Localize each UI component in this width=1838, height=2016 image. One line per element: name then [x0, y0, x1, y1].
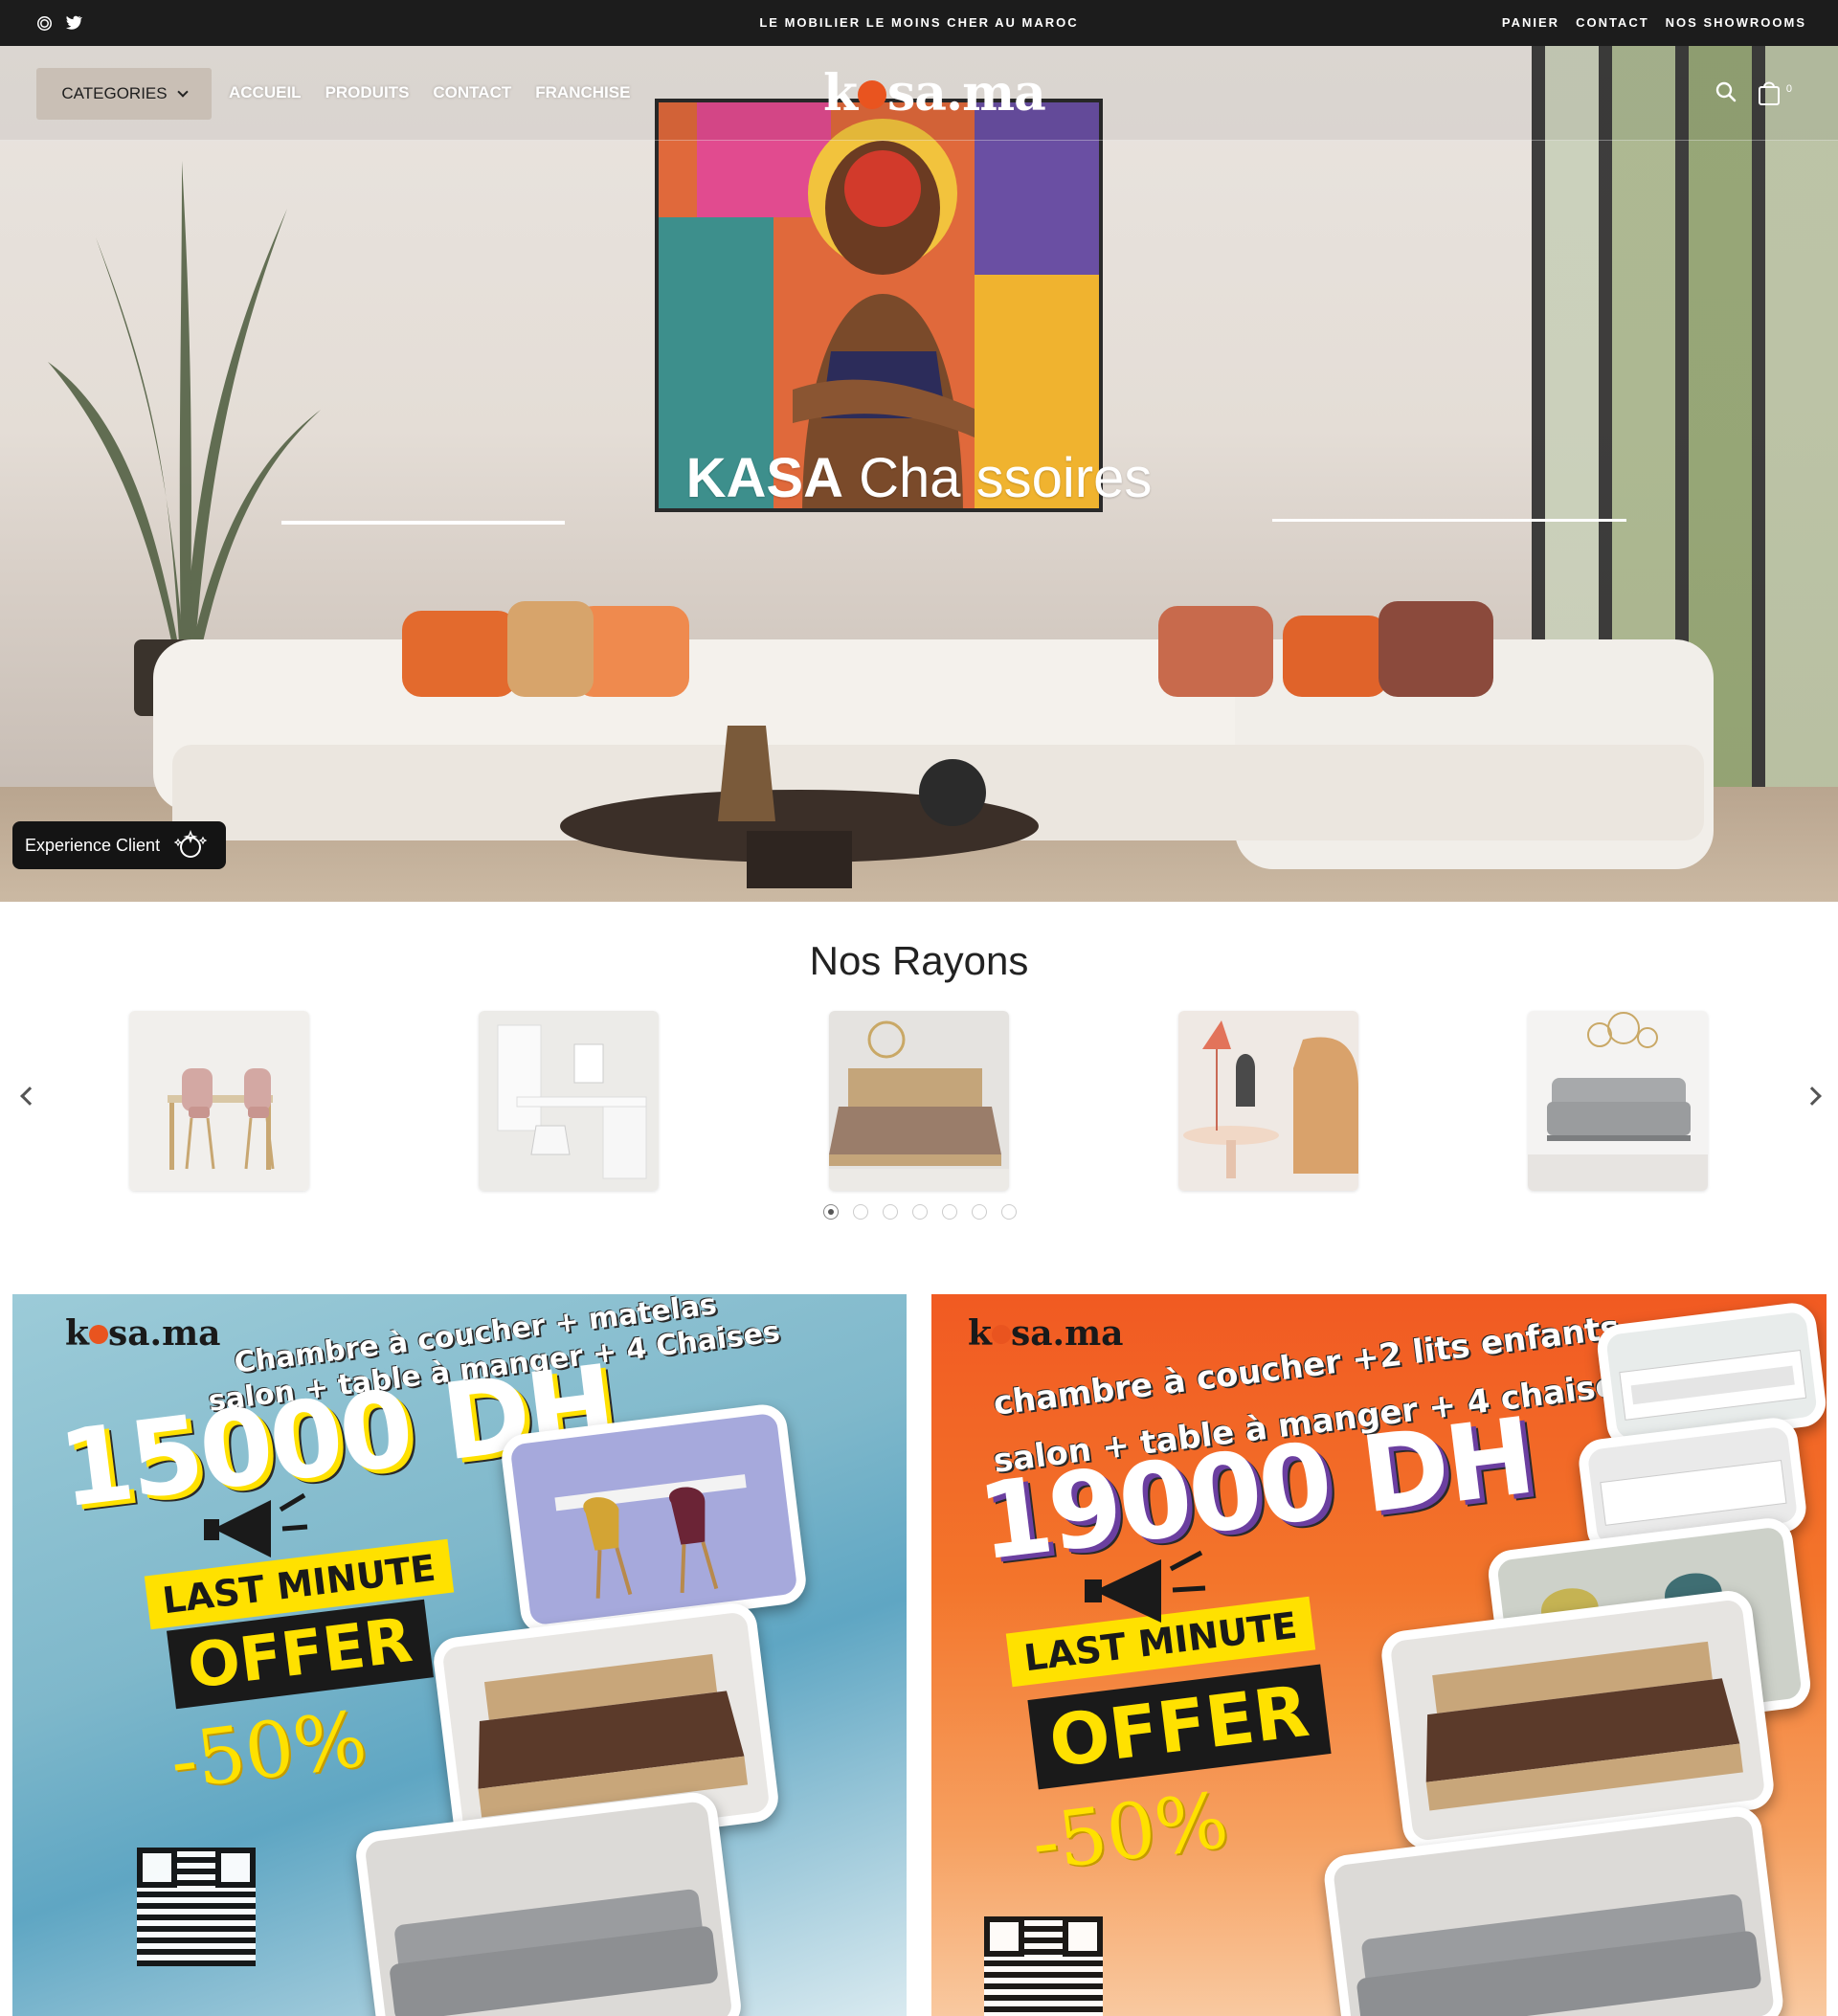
- hero-divider-right: [1272, 519, 1626, 522]
- promo-banner-19000[interactable]: k sa.ma chambre à coucher +2 lits enfants…: [931, 1294, 1827, 2016]
- promo-photo-sofa: [353, 1789, 744, 2016]
- cart-count: 0: [1785, 83, 1792, 95]
- experience-client-label: Experience Client: [25, 835, 161, 855]
- carousel-dot[interactable]: [1001, 1204, 1017, 1220]
- promo-photo-dining: [499, 1401, 809, 1637]
- promo-photo-sofa: [1321, 1803, 1786, 2016]
- top-link-showrooms[interactable]: NOS SHOWROOMS: [1666, 15, 1806, 30]
- carousel-prev-icon[interactable]: [20, 1086, 39, 1106]
- promo-logo: k sa.ma: [968, 1313, 1124, 1354]
- cart-button[interactable]: 0: [1758, 79, 1792, 108]
- categories-dropdown[interactable]: CATEGORIES: [36, 68, 212, 120]
- shopping-bag-icon: [1759, 81, 1780, 105]
- carousel-dot[interactable]: [912, 1204, 928, 1220]
- nav-contact[interactable]: CONTACT: [433, 83, 511, 102]
- hero-title-light: Cha ssoires: [859, 447, 1153, 509]
- rayon-card-salle-a-manger[interactable]: [129, 1011, 309, 1191]
- search-icon[interactable]: [1715, 81, 1737, 107]
- hero-title-bold: KASA: [685, 447, 843, 509]
- rayon-card-decoration[interactable]: [1178, 1011, 1358, 1191]
- top-link-contact[interactable]: CONTACT: [1576, 15, 1649, 30]
- qr-code: [984, 1916, 1103, 2016]
- announcement-bar: LE MOBILIER LE MOINS CHER AU MAROC PANIE…: [0, 0, 1838, 46]
- logo-dot: [858, 79, 887, 109]
- site-logo[interactable]: k sa.ma: [823, 64, 1046, 123]
- promo-logo-dot: [88, 1325, 108, 1344]
- rayon-card-chambre[interactable]: [829, 1011, 1009, 1191]
- top-links: PANIER CONTACT NOS SHOWROOMS: [1502, 15, 1806, 30]
- sparkle-icon: [173, 830, 208, 858]
- carousel-dot[interactable]: [972, 1204, 987, 1220]
- carousel-dot[interactable]: [942, 1204, 957, 1220]
- sofa-illustration: [153, 601, 1714, 888]
- categories-label: CATEGORIES: [61, 84, 168, 102]
- hero-divider-left: [281, 521, 565, 525]
- rayon-card-bureau[interactable]: [479, 1011, 659, 1191]
- carousel-dot[interactable]: [883, 1204, 898, 1220]
- carousel-dot[interactable]: [853, 1204, 868, 1220]
- promo-logo-end: sa.ma: [1010, 1313, 1124, 1354]
- chevron-down-icon: [176, 86, 189, 98]
- nav-produits[interactable]: PRODUITS: [325, 83, 410, 102]
- megaphone-icon: [204, 1492, 308, 1557]
- logo-text-end: sa.ma: [887, 64, 1046, 123]
- top-link-panier[interactable]: PANIER: [1502, 15, 1559, 30]
- experience-client-button[interactable]: Experience Client: [12, 821, 226, 869]
- rayon-card-salon[interactable]: [1528, 1011, 1708, 1191]
- qr-code: [137, 1848, 256, 1966]
- promo-logo-dot: [991, 1325, 1011, 1344]
- carousel-next-icon[interactable]: [1803, 1086, 1822, 1106]
- promo-logo: k sa.ma: [65, 1313, 221, 1354]
- carousel-pagination: [823, 1204, 1017, 1220]
- section-title-rayons: Nos Rayons: [809, 938, 1029, 983]
- discount-label: -50%: [166, 1693, 371, 1807]
- carousel-dot[interactable]: [823, 1204, 839, 1220]
- nav-franchise[interactable]: FRANCHISE: [535, 83, 630, 102]
- hero-title: KASA Cha ssoires: [0, 446, 1838, 510]
- nav-accueil[interactable]: ACCUEIL: [229, 83, 302, 102]
- logo-text-start: k: [823, 64, 858, 123]
- promo-logo-start: k: [65, 1313, 89, 1354]
- megaphone-icon: [1085, 1550, 1206, 1623]
- discount-label: -50%: [1027, 1775, 1233, 1889]
- main-nav: ACCUEIL PRODUITS CONTACT FRANCHISE: [229, 83, 630, 102]
- promo-logo-end: sa.ma: [107, 1313, 221, 1354]
- header-icons: 0: [1715, 79, 1792, 108]
- offer-label: OFFER: [1027, 1664, 1332, 1790]
- promo-logo-start: k: [968, 1313, 992, 1354]
- main-header: CATEGORIES ACCUEIL PRODUITS CONTACT FRAN…: [0, 46, 1838, 141]
- hero-banner: CATEGORIES ACCUEIL PRODUITS CONTACT FRAN…: [0, 46, 1838, 902]
- promo-banner-15000[interactable]: k sa.ma Chambre à coucher + matelas salon…: [12, 1294, 907, 2016]
